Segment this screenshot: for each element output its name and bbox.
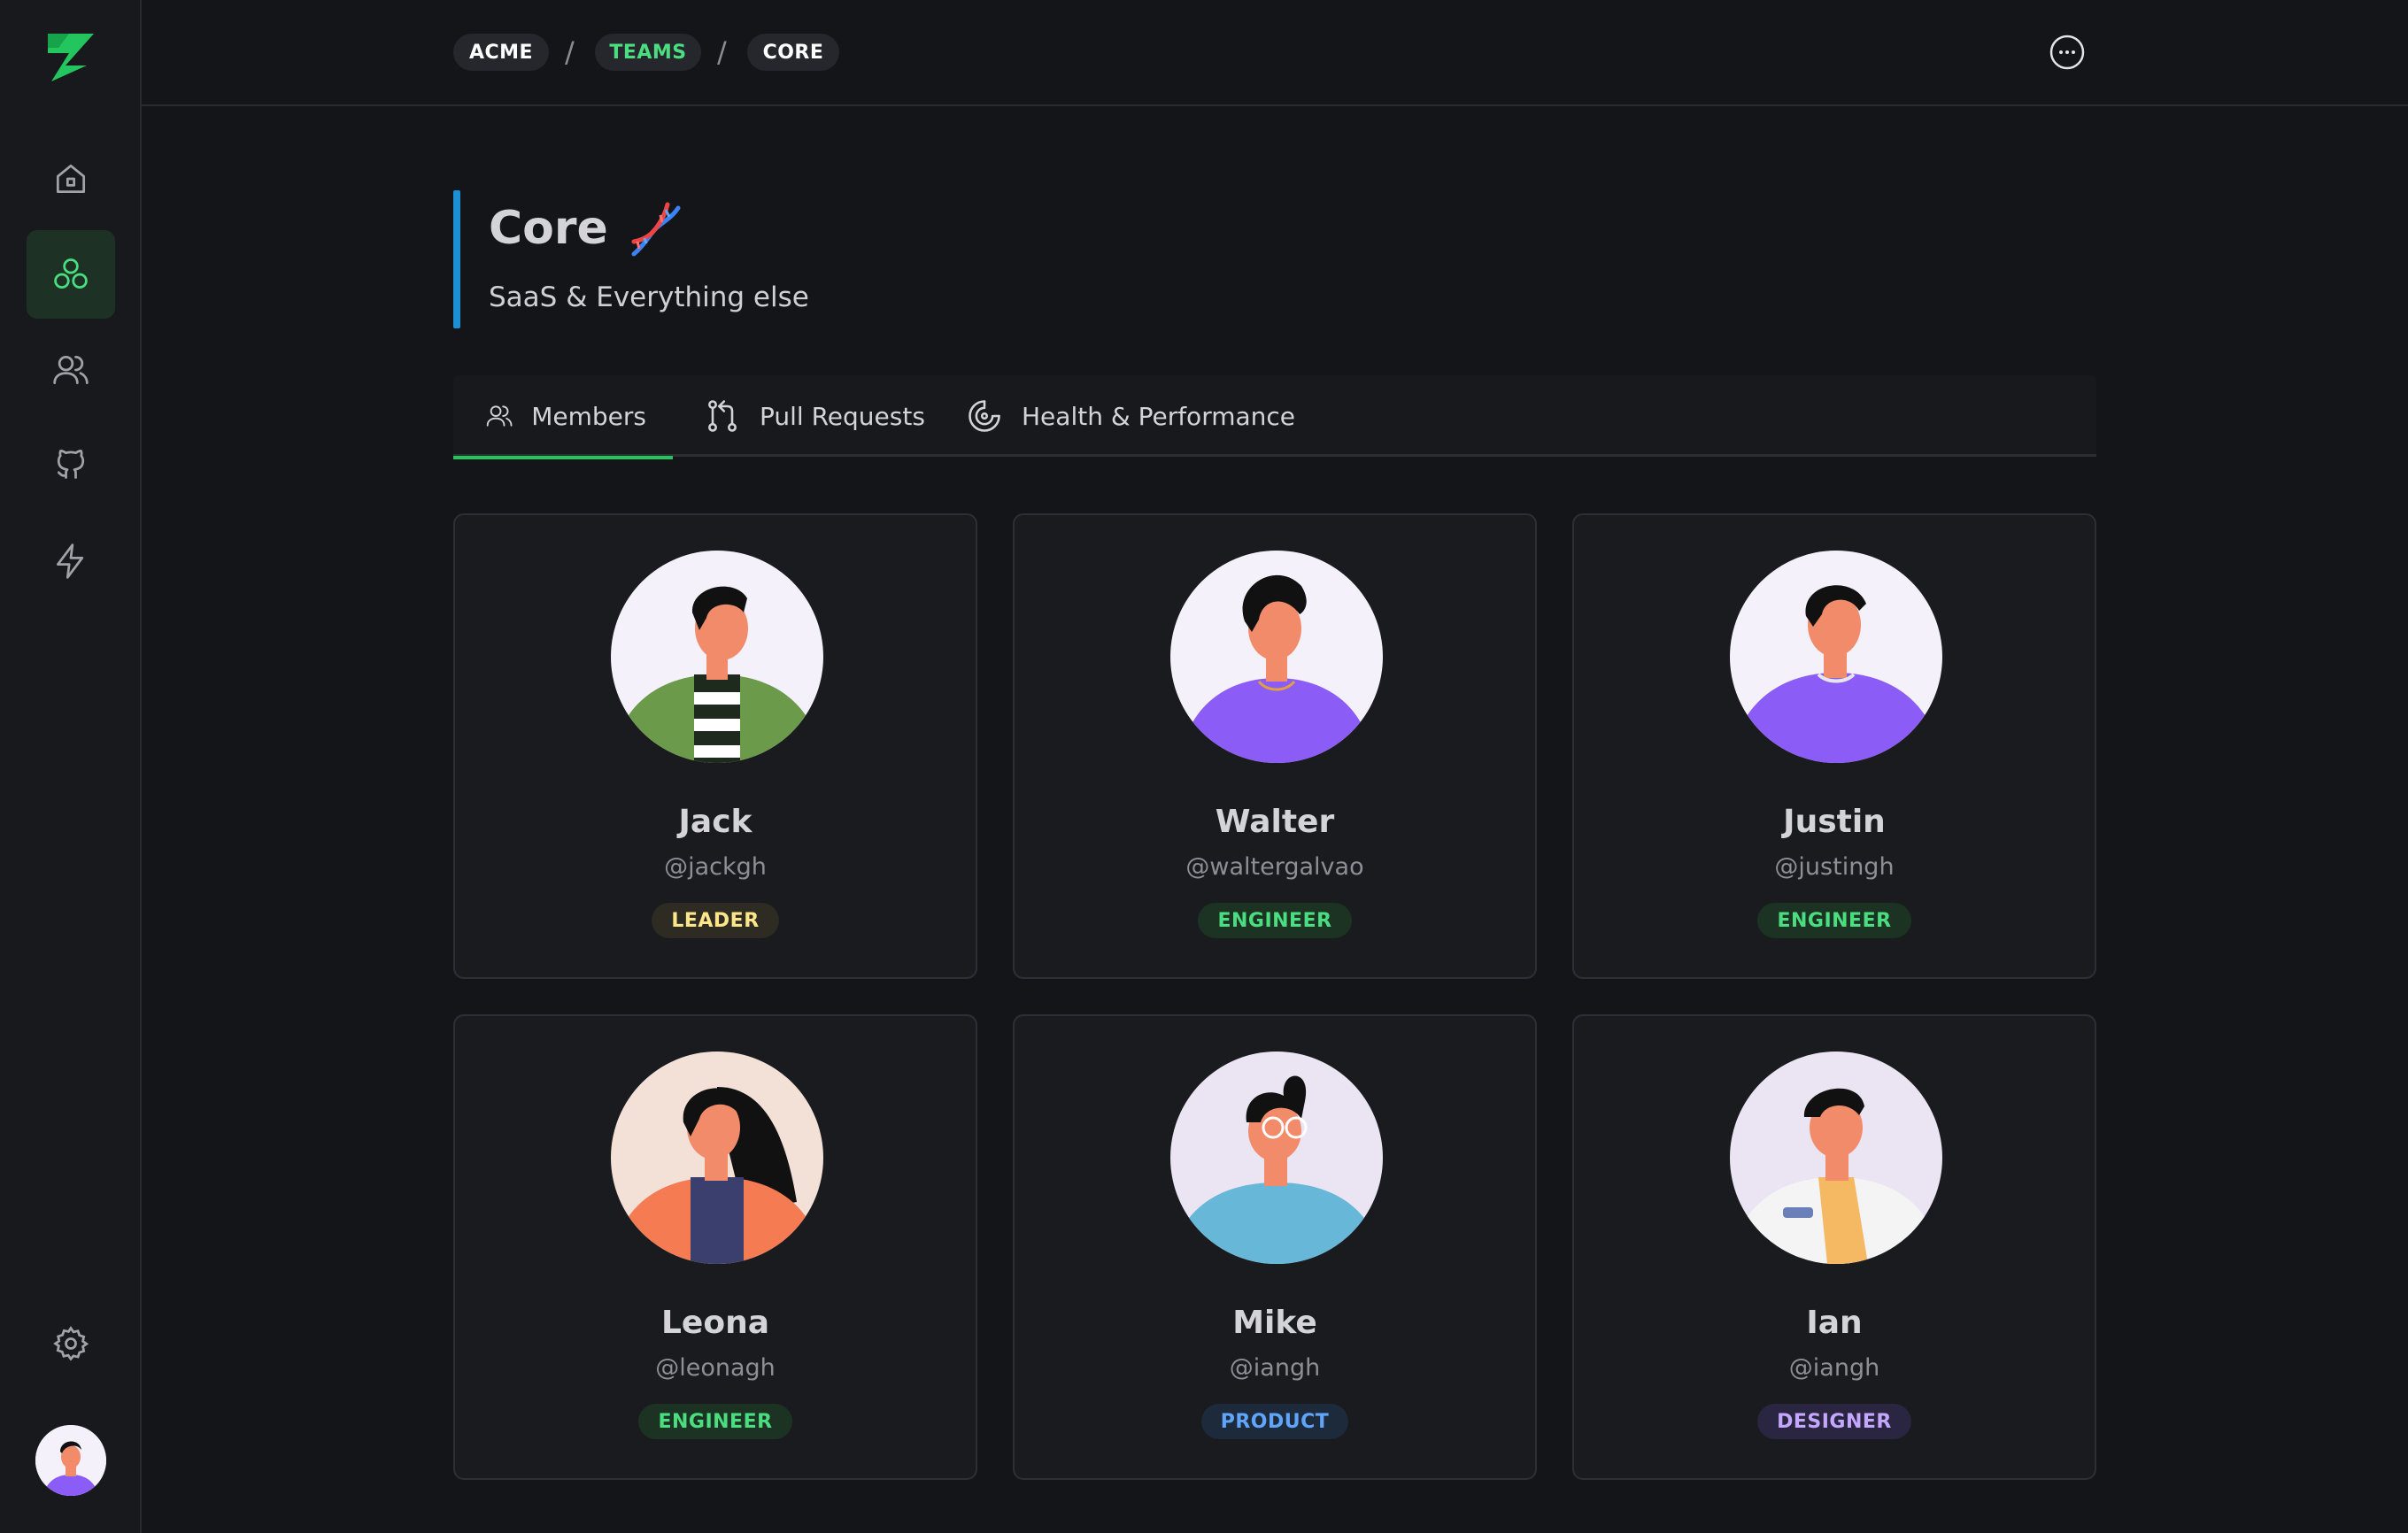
breadcrumb-separator: /: [565, 35, 575, 69]
role-badge: ENGINEER: [638, 1404, 792, 1439]
logo-icon[interactable]: [42, 30, 99, 83]
user-avatar[interactable]: [35, 1425, 106, 1496]
member-card[interactable]: Walter @waltergalvao ENGINEER: [1013, 513, 1537, 979]
github-icon: [57, 450, 85, 479]
member-handle: @iangh: [1229, 1354, 1321, 1382]
teams-icon: [54, 258, 88, 289]
member-name: Justin: [1783, 804, 1886, 840]
member-avatar: [1730, 551, 1942, 763]
gauge-icon: [969, 400, 1000, 432]
member-avatar: [611, 551, 823, 763]
breadcrumb-core[interactable]: CORE: [747, 34, 839, 71]
home-icon: [56, 164, 86, 194]
tab-bar: Members Pull Requests Health & Performan…: [453, 375, 2096, 459]
tab-pull-requests[interactable]: Pull Requests: [703, 375, 925, 457]
sidebar-item-activity[interactable]: [27, 517, 115, 605]
sidebar: [0, 0, 142, 1533]
page-subtitle: SaaS & Everything else: [489, 281, 809, 313]
sidebar-item-home[interactable]: [27, 135, 115, 223]
member-name: Ian: [1806, 1305, 1863, 1341]
page-title: Core: [489, 202, 608, 255]
member-name: Leona: [660, 1305, 769, 1341]
member-name: Walter: [1215, 804, 1335, 840]
member-card[interactable]: Ian @iangh DESIGNER: [1572, 1014, 2096, 1480]
users-icon: [53, 355, 89, 385]
member-name: Mike: [1232, 1305, 1317, 1341]
tab-members-label: Members: [531, 401, 646, 431]
member-handle: @leonagh: [655, 1354, 776, 1382]
breadcrumb-separator: /: [717, 35, 727, 69]
top-bar: ACME / TEAMS / CORE: [142, 0, 2408, 106]
member-avatar: [611, 1052, 823, 1264]
users-icon: [486, 405, 513, 427]
dna-icon: [631, 202, 681, 257]
member-avatar: [1170, 551, 1383, 763]
member-name: Jack: [678, 804, 752, 840]
pull-request-icon: [708, 400, 737, 432]
member-card[interactable]: Jack @jackgh LEADER: [453, 513, 977, 979]
sidebar-item-teams[interactable]: [27, 230, 115, 319]
tab-health-performance-label: Health & Performance: [1022, 401, 1296, 431]
sidebar-item-github[interactable]: [27, 421, 115, 510]
member-card[interactable]: Justin @justingh ENGINEER: [1572, 513, 2096, 979]
member-card[interactable]: Mike @iangh PRODUCT: [1013, 1014, 1537, 1480]
tab-health-performance[interactable]: Health & Performance: [965, 375, 1295, 457]
sidebar-item-settings[interactable]: [27, 1299, 115, 1388]
member-handle: @justingh: [1774, 853, 1895, 881]
role-badge: PRODUCT: [1200, 1404, 1349, 1439]
member-handle: @jackgh: [664, 853, 767, 881]
role-badge: DESIGNER: [1757, 1404, 1911, 1439]
sidebar-item-users[interactable]: [27, 326, 115, 414]
member-avatar: [1730, 1052, 1942, 1264]
lightning-icon: [56, 543, 84, 579]
member-card[interactable]: Leona @leonagh ENGINEER: [453, 1014, 977, 1480]
avatar-illustration: [35, 1425, 106, 1496]
header-accent-bar: [453, 190, 460, 328]
gear-icon: [53, 1326, 89, 1361]
role-badge: ENGINEER: [1198, 903, 1352, 938]
role-badge: ENGINEER: [1757, 903, 1911, 938]
member-avatar: [1170, 1052, 1383, 1264]
member-handle: @waltergalvao: [1185, 853, 1364, 881]
more-options-icon[interactable]: [2049, 34, 2086, 71]
tab-members[interactable]: Members: [453, 375, 673, 459]
breadcrumb-teams[interactable]: TEAMS: [595, 34, 701, 71]
member-handle: @iangh: [1788, 1354, 1880, 1382]
tab-pull-requests-label: Pull Requests: [760, 401, 925, 431]
breadcrumb-acme[interactable]: ACME: [453, 34, 549, 71]
role-badge: LEADER: [652, 903, 779, 938]
